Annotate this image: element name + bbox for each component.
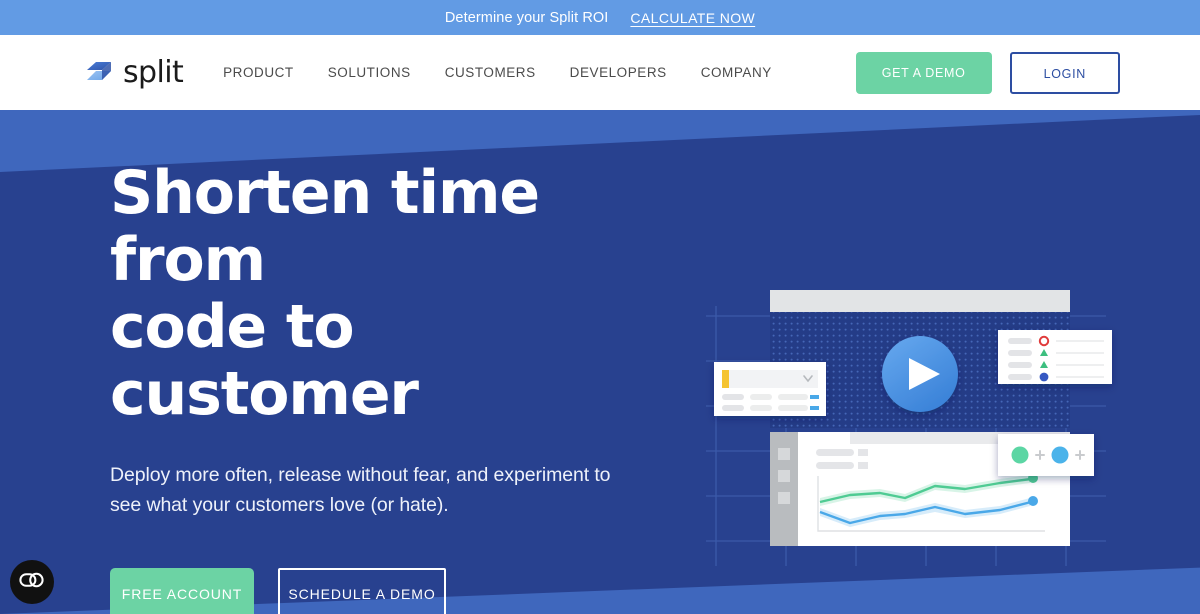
nav-item-company[interactable]: COMPANY	[701, 65, 772, 80]
brand-wordmark: split	[123, 54, 184, 90]
brand-logo-link[interactable]: split	[84, 54, 184, 90]
hero-headline-line-1: Shorten time from	[110, 158, 540, 295]
hero-headline-line-2: code to customer	[110, 292, 419, 429]
main-nav: PRODUCT SOLUTIONS CUSTOMERS DEVELOPERS C…	[223, 65, 772, 80]
avatar-add-card-mock	[998, 434, 1094, 476]
nav-item-developers[interactable]: DEVELOPERS	[570, 65, 667, 80]
nav-item-customers[interactable]: CUSTOMERS	[445, 65, 536, 80]
play-icon[interactable]	[882, 336, 958, 412]
announcement-bar: Determine your Split ROI CALCULATE NOW	[0, 0, 1200, 35]
site-header: split PRODUCT SOLUTIONS CUSTOMERS DEVELO…	[0, 35, 1200, 110]
calculate-now-link[interactable]: CALCULATE NOW	[630, 10, 755, 26]
hero-cta-group: FREE ACCOUNT SCHEDULE A DEMO	[110, 568, 620, 614]
free-account-button[interactable]: FREE ACCOUNT	[110, 568, 254, 614]
hero-headline: Shorten time from code to customer	[110, 160, 620, 428]
dropdown-card-mock	[714, 362, 826, 416]
schedule-a-demo-button[interactable]: SCHEDULE A DEMO	[278, 568, 446, 614]
cookie-consent-button[interactable]	[10, 560, 54, 604]
hero-section: Shorten time from code to customer Deplo…	[0, 110, 1200, 614]
hero-content: Shorten time from code to customer Deplo…	[0, 110, 620, 614]
hero-subheadline: Deploy more often, release without fear,…	[110, 464, 611, 516]
split-logo-icon	[84, 58, 114, 88]
header-actions: GET A DEMO LOGIN	[855, 51, 1120, 94]
get-a-demo-button[interactable]: GET A DEMO	[855, 51, 992, 94]
announcement-text: Determine your Split ROI	[444, 9, 609, 26]
nav-item-solutions[interactable]: SOLUTIONS	[328, 65, 411, 80]
cookie-consent-icon	[19, 572, 45, 593]
login-button[interactable]: LOGIN	[1009, 51, 1120, 94]
nav-item-product[interactable]: PRODUCT	[223, 65, 294, 80]
status-card-mock	[998, 330, 1112, 384]
hero-artwork	[714, 290, 1112, 546]
